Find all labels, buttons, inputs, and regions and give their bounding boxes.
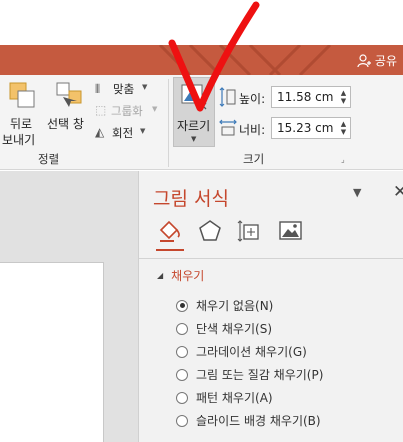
send-backward-label-2: 보내기 bbox=[2, 133, 36, 147]
fill-section-header[interactable]: ◢ 채우기 bbox=[157, 267, 204, 284]
send-backward-icon bbox=[9, 82, 35, 108]
fill-option-solid[interactable]: 단색 채우기(S) bbox=[176, 320, 272, 337]
fill-section-title: 채우기 bbox=[171, 269, 205, 283]
radio-button[interactable] bbox=[176, 322, 188, 335]
share-button[interactable]: 공유 bbox=[357, 52, 397, 69]
group-label: 그룹화 bbox=[111, 104, 143, 118]
group-icon: ⬚ bbox=[95, 103, 107, 117]
dialog-launcher-icon[interactable]: ⌟ bbox=[341, 155, 345, 164]
arrange-group-label: 정렬 bbox=[38, 152, 60, 166]
crop-button[interactable]: 자르기 ▼ bbox=[173, 77, 215, 147]
chevron-down-icon: ▼ bbox=[142, 83, 148, 91]
height-spinner[interactable]: ▲ ▼ bbox=[339, 89, 348, 105]
fill-option-label: 패턴 채우기(A) bbox=[196, 391, 273, 405]
title-pattern bbox=[158, 45, 332, 75]
send-backward-label-1: 뒤로 bbox=[10, 117, 33, 131]
fill-option-label: 슬라이드 배경 채우기(B) bbox=[196, 414, 321, 428]
chevron-down-icon: ▼ bbox=[152, 105, 158, 113]
rotate-icon: ◭ bbox=[95, 125, 105, 139]
rotate-label: 회전 bbox=[112, 126, 134, 140]
align-button[interactable]: ⫴ 맞춤 ▼ bbox=[95, 81, 165, 99]
width-input[interactable]: 15.23 cm ▲ ▼ bbox=[271, 117, 351, 139]
send-backward-button[interactable]: 뒤로 보내기 bbox=[2, 77, 42, 149]
size-group-label: 크기 bbox=[243, 152, 265, 166]
person-icon bbox=[357, 53, 371, 67]
pane-title: 그림 서식 bbox=[153, 188, 229, 210]
group-button[interactable]: ⬚ 그룹화 ▼ bbox=[95, 103, 165, 121]
radio-button[interactable] bbox=[176, 414, 188, 427]
align-label: 맞춤 bbox=[113, 82, 135, 96]
width-icon bbox=[219, 119, 237, 136]
height-icon bbox=[219, 87, 236, 107]
document-area bbox=[0, 171, 138, 442]
chevron-down-icon: ▼ bbox=[140, 127, 146, 135]
height-label: 높이: bbox=[239, 92, 266, 106]
radio-button[interactable] bbox=[176, 345, 188, 358]
selection-pane-label: 선택 창 bbox=[47, 117, 84, 131]
height-value: 11.58 cm bbox=[277, 90, 334, 104]
collapse-triangle-icon: ◢ bbox=[157, 271, 164, 280]
close-icon[interactable]: ✕ bbox=[393, 182, 403, 202]
share-label: 공유 bbox=[374, 54, 397, 68]
height-input[interactable]: 11.58 cm ▲ ▼ bbox=[271, 86, 351, 108]
format-picture-pane: 그림 서식 ▼ ✕ ◢ 채우기 채우기 없음(N) 단색 채우기(S) 그라데이… bbox=[138, 171, 403, 442]
align-icon: ⫴ bbox=[95, 82, 101, 96]
fill-option-label: 채우기 없음(N) bbox=[196, 299, 274, 313]
fill-option-label: 그림 또는 질감 채우기(P) bbox=[196, 368, 324, 382]
ribbon-separator bbox=[168, 79, 169, 167]
fill-option-label: 그라데이션 채우기(G) bbox=[196, 345, 307, 359]
fill-option-none[interactable]: 채우기 없음(N) bbox=[176, 297, 273, 314]
active-tab-indicator bbox=[156, 249, 184, 251]
selection-pane-icon bbox=[56, 82, 82, 107]
fill-option-gradient[interactable]: 그라데이션 채우기(G) bbox=[176, 343, 307, 360]
width-value: 15.23 cm bbox=[277, 121, 334, 135]
fill-option-slide-background[interactable]: 슬라이드 배경 채우기(B) bbox=[176, 412, 321, 429]
title-bar: 공유 bbox=[0, 45, 403, 75]
pane-options-icon[interactable]: ▼ bbox=[353, 186, 361, 199]
size-properties-icon[interactable] bbox=[237, 218, 263, 244]
radio-button[interactable] bbox=[176, 391, 188, 404]
radio-button[interactable] bbox=[176, 299, 188, 312]
pane-divider bbox=[139, 258, 403, 259]
chevron-down-icon: ▼ bbox=[191, 135, 197, 143]
rotate-button[interactable]: ◭ 회전 ▼ bbox=[95, 125, 165, 143]
width-label: 너비: bbox=[239, 123, 266, 137]
effects-pentagon-icon[interactable] bbox=[197, 218, 223, 244]
ribbon: 뒤로 보내기 선택 창 ⫴ 맞춤 ▼ ⬚ 그룹화 ▼ ◭ 회전 ▼ 정렬 자르기 bbox=[0, 75, 403, 170]
fill-option-pattern[interactable]: 패턴 채우기(A) bbox=[176, 389, 273, 406]
fill-line-icon[interactable] bbox=[157, 218, 183, 244]
selection-pane-button[interactable]: 선택 창 bbox=[47, 77, 91, 137]
width-spinner[interactable]: ▲ ▼ bbox=[339, 120, 348, 136]
picture-icon[interactable] bbox=[277, 218, 303, 244]
fill-option-label: 단색 채우기(S) bbox=[196, 322, 272, 336]
slide-page[interactable] bbox=[0, 262, 104, 442]
radio-button[interactable] bbox=[176, 368, 188, 381]
fill-option-picture-texture[interactable]: 그림 또는 질감 채우기(P) bbox=[176, 366, 323, 383]
crop-icon bbox=[181, 84, 207, 110]
crop-label: 자르기 bbox=[177, 119, 211, 133]
